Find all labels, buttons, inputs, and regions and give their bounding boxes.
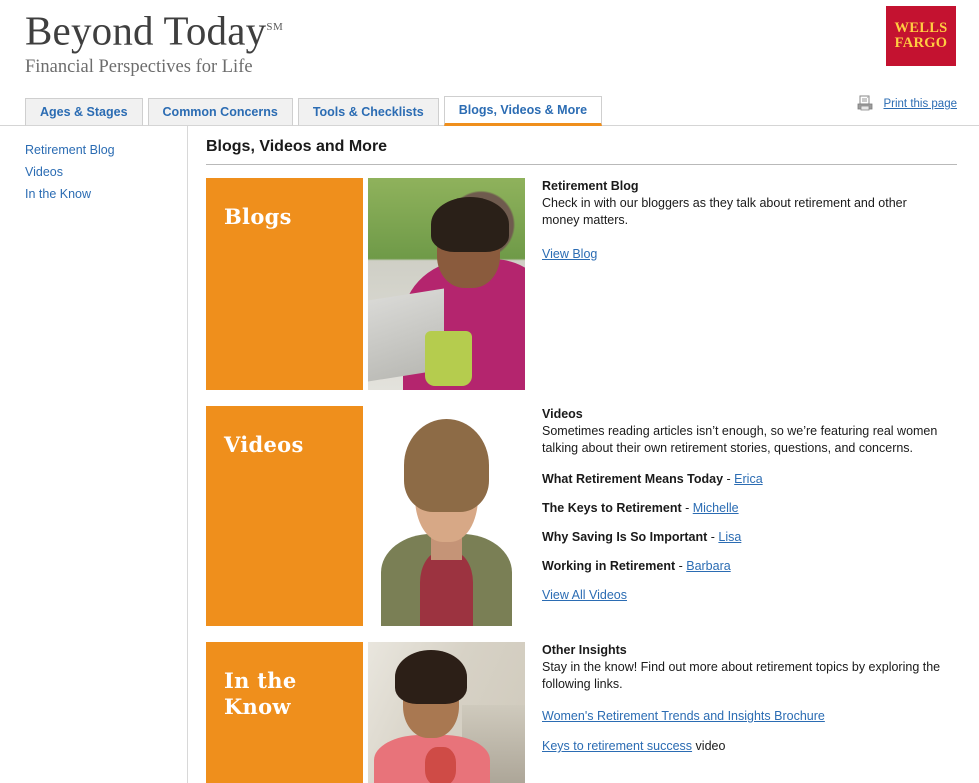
service-mark: SM [266, 21, 284, 33]
panel-videos-label: Videos [224, 432, 304, 457]
tab-ages-and-stages[interactable]: Ages & Stages [25, 98, 143, 126]
video-link-barbara[interactable]: Barbara [686, 559, 730, 573]
sidebar: Retirement Blog Videos In the Know [0, 126, 188, 783]
main-content: Blogs, Videos and More Blogs Retirement … [188, 126, 979, 783]
wells-fargo-logo[interactable]: WELLS FARGO [886, 6, 956, 66]
video-separator-erica: - [723, 472, 735, 486]
brand-title-text: Beyond Today [25, 7, 267, 54]
insight-item-keys-video: Keys to retirement success video [542, 739, 957, 753]
panel-blogs[interactable]: Blogs [206, 178, 363, 390]
text-in-the-know: Other Insights Stay in the know! Find ou… [525, 642, 957, 783]
tab-list: Ages & Stages Common Concerns Tools & Ch… [25, 94, 979, 126]
heading-videos: Videos [542, 407, 583, 421]
section-videos: Videos Videos Sometimes reading articles… [206, 406, 957, 626]
page-title: Blogs, Videos and More [206, 138, 388, 155]
insight-item-brochure: Women's Retirement Trends and Insights B… [542, 709, 957, 723]
video-item-barbara: Working in Retirement - Barbara [542, 559, 957, 573]
tab-common-concerns[interactable]: Common Concerns [147, 98, 293, 126]
photo-blogs [368, 178, 525, 390]
text-videos: Videos Sometimes reading articles isn’t … [525, 406, 957, 626]
wells-fargo-logo-line2: FARGO [894, 35, 948, 51]
title-divider [206, 164, 957, 165]
page-body: Retirement Blog Videos In the Know Blogs… [0, 126, 979, 783]
video-title-barbara: Working in Retirement [542, 559, 676, 573]
brand-tagline: Financial Perspectives for Life [25, 56, 253, 77]
video-item-erica: What Retirement Means Today - Erica [542, 472, 957, 486]
woman-in-office-photo [368, 642, 525, 783]
text-blogs: Retirement Blog Check in with our blogge… [525, 178, 957, 390]
smiling-woman-portrait-photo [368, 406, 525, 626]
video-link-erica[interactable]: Erica [734, 472, 762, 486]
site-header: Beyond TodaySM Financial Perspectives fo… [0, 0, 979, 90]
description-retirement-blog: Check in with our bloggers as they talk … [542, 196, 907, 227]
video-item-lisa: Why Saving Is So Important - Lisa [542, 530, 957, 544]
description-other-insights: Stay in the know! Find out more about re… [542, 660, 941, 691]
section-blogs: Blogs Retirement Blog Check in with our … [206, 178, 957, 390]
tab-tools-and-checklists[interactable]: Tools & Checklists [297, 98, 439, 126]
panel-blogs-label: Blogs [224, 204, 292, 229]
video-separator-lisa: - [707, 530, 719, 544]
main-navigation: Ages & Stages Common Concerns Tools & Ch… [0, 94, 979, 126]
description-videos: Sometimes reading articles isn’t enough,… [542, 424, 938, 455]
panel-in-the-know[interactable]: In the Know [206, 642, 363, 783]
panel-videos[interactable]: Videos [206, 406, 363, 626]
keys-to-retirement-success-link[interactable]: Keys to retirement success [542, 739, 692, 753]
heading-retirement-blog: Retirement Blog [542, 179, 639, 193]
view-blog-link[interactable]: View Blog [542, 247, 597, 261]
insight-suffix-keys-video: video [692, 739, 726, 753]
woman-at-laptop-photo [368, 178, 525, 390]
video-title-erica: What Retirement Means Today [542, 472, 724, 486]
panel-in-the-know-label-line1: In the [224, 668, 297, 693]
video-title-michelle: The Keys to Retirement [542, 501, 682, 515]
photo-videos [368, 406, 525, 626]
brand-title: Beyond TodaySM [25, 4, 283, 54]
video-link-lisa[interactable]: Lisa [718, 530, 741, 544]
womens-retirement-brochure-link[interactable]: Women's Retirement Trends and Insights B… [542, 709, 825, 723]
wells-fargo-logo-line1: WELLS [894, 19, 948, 36]
view-all-videos-row: View All Videos [542, 588, 957, 602]
sidebar-item-videos[interactable]: Videos [25, 161, 187, 183]
view-all-videos-link[interactable]: View All Videos [542, 588, 627, 602]
sidebar-item-in-the-know[interactable]: In the Know [25, 183, 187, 205]
video-title-lisa: Why Saving Is So Important [542, 530, 708, 544]
heading-other-insights: Other Insights [542, 643, 627, 657]
tab-blogs-videos-and-more[interactable]: Blogs, Videos & More [443, 96, 603, 126]
brand-block: Beyond TodaySM Financial Perspectives fo… [25, 4, 283, 78]
video-item-michelle: The Keys to Retirement - Michelle [542, 501, 957, 515]
page-root: Beyond TodaySM Financial Perspectives fo… [0, 0, 979, 783]
section-in-the-know: In the Know Other Insights Stay in the k… [206, 642, 957, 783]
video-link-michelle[interactable]: Michelle [693, 501, 739, 515]
sidebar-item-retirement-blog[interactable]: Retirement Blog [25, 139, 187, 161]
video-separator-michelle: - [681, 501, 693, 515]
photo-in-the-know [368, 642, 525, 783]
video-separator-barbara: - [675, 559, 687, 573]
panel-in-the-know-label-line2: Know [224, 694, 291, 719]
